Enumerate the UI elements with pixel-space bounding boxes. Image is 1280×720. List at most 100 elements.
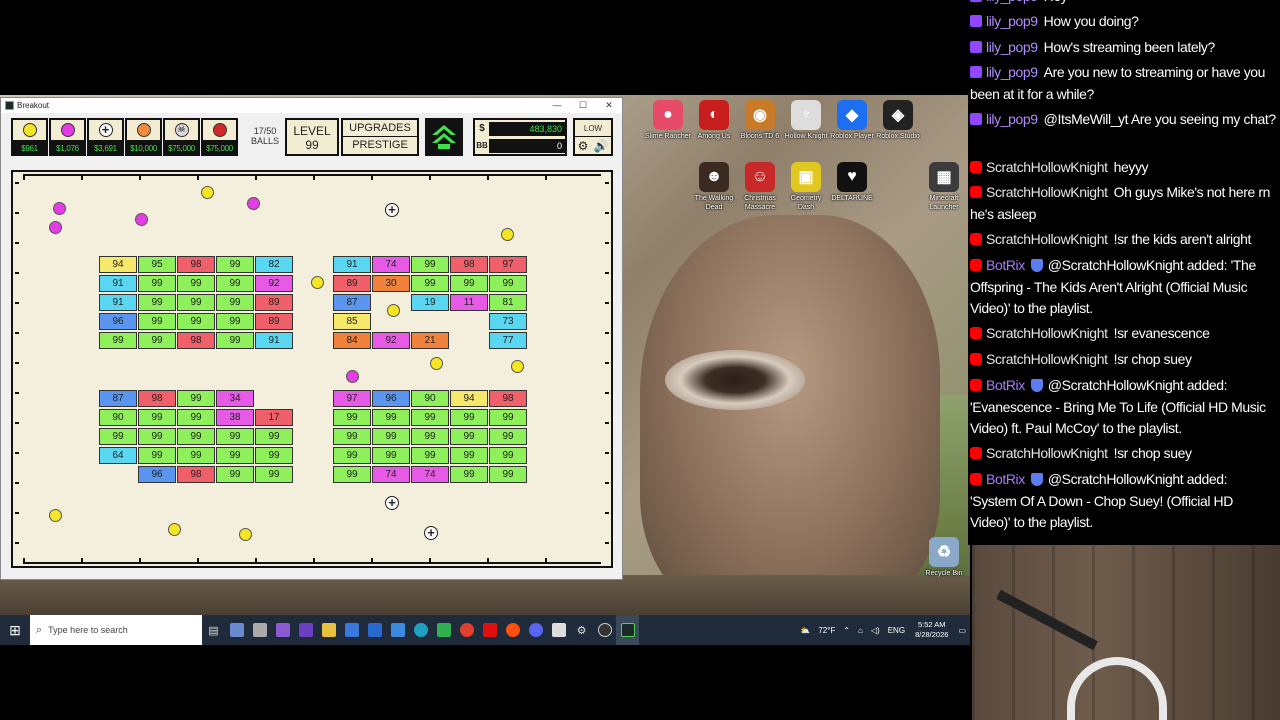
breakout-taskbar-icon[interactable] — [616, 615, 639, 645]
taskbar-search[interactable]: ⌕ Type here to search — [30, 615, 202, 645]
quality-toggle[interactable]: LOW — [575, 120, 611, 137]
task-view-icon[interactable]: ▤ — [202, 615, 225, 645]
chevron-up-icon[interactable]: ⌃ — [843, 626, 850, 635]
plus-ball: + — [424, 526, 438, 540]
app-icon-2[interactable] — [248, 615, 271, 645]
app-icon-3[interactable] — [271, 615, 294, 645]
desktop-icon-label: The Walking Dead — [694, 195, 734, 211]
desktop-icon[interactable]: ◆ Roblox Player — [829, 100, 875, 141]
chat-username[interactable]: lily_pop9 — [986, 64, 1038, 80]
rail-tick — [197, 176, 199, 180]
desktop-icon[interactable]: ☺ Christmas Massacre — [737, 162, 783, 212]
playfield[interactable]: 94 95 98 99 82 91 99 99 99 92 91 99 99 99 89 96 99 99 99 89… — [11, 170, 613, 568]
desktop-icon[interactable]: ♥ DELTARUNE — [829, 162, 875, 203]
desktop-icon-glyph: ♻ — [929, 537, 959, 567]
brick: 99 — [216, 313, 254, 330]
chat-username[interactable]: lily_pop9 — [986, 111, 1038, 127]
maximize-button[interactable]: ☐ — [570, 100, 596, 111]
balls-count-value: 17/50 — [253, 126, 277, 136]
brick: 99 — [489, 447, 527, 464]
game-ball — [201, 186, 214, 199]
chat-username[interactable]: ScratchHollowKnight — [986, 325, 1108, 341]
weather-icon[interactable]: ⛅ — [800, 626, 810, 635]
desktop-icon-label: Minecraft Launcher — [929, 195, 959, 211]
chat-message: ScratchHollowKnight Oh guys Mike's not he… — [970, 182, 1276, 225]
obs-icon[interactable] — [593, 615, 616, 645]
brick: 99 — [372, 428, 410, 445]
desktop-icon[interactable]: ◐ Among Us — [691, 100, 737, 141]
minimize-button[interactable]: — — [544, 100, 570, 111]
settings-icon[interactable]: ⚙ — [570, 615, 593, 645]
brick: 91 — [255, 332, 293, 349]
desktop-icon[interactable]: ▦ Minecraft Launcher — [921, 162, 967, 212]
desktop-icon[interactable]: ☻ The Walking Dead — [691, 162, 737, 212]
rank-up-button[interactable] — [425, 118, 463, 156]
edge-icon[interactable] — [409, 615, 432, 645]
volume-icon[interactable]: ◁) — [871, 626, 880, 635]
store-icon[interactable] — [386, 615, 409, 645]
chat-username[interactable]: BotRix — [986, 471, 1025, 487]
desktop-icon[interactable]: ♆ Hollow Knight — [783, 100, 829, 141]
brick: 90 — [99, 409, 137, 426]
app-icon-4[interactable] — [294, 615, 317, 645]
language-indicator[interactable]: ENG — [888, 626, 905, 635]
brick: 99 — [411, 428, 449, 445]
shop-slot[interactable]: + $3,691 — [87, 118, 124, 158]
network-icon[interactable]: ⌂ — [858, 626, 863, 635]
rail-tick — [139, 558, 141, 562]
chat-username[interactable]: lily_pop9 — [986, 39, 1038, 55]
chat-username[interactable]: lily_pop9 — [986, 13, 1038, 29]
brick: 73 — [489, 313, 527, 330]
shop-slot[interactable]: ☠ $75,000 — [163, 118, 200, 158]
start-button[interactable]: ⊞ — [0, 615, 30, 645]
brick: 81 — [489, 294, 527, 311]
close-button[interactable]: ✕ — [596, 100, 622, 111]
brick: 98 — [138, 390, 176, 407]
shop-slot[interactable]: $961 — [11, 118, 48, 158]
desktop-icon[interactable]: ◉ Bloons TD 6 — [737, 100, 783, 141]
brick: 99 — [411, 409, 449, 426]
brick: 38 — [216, 409, 254, 426]
youtube-icon — [970, 353, 982, 365]
file-explorer-icon[interactable] — [317, 615, 340, 645]
desktop-icon[interactable]: ◈ Roblox Studio — [875, 100, 921, 141]
shop-slot[interactable]: $1,076 — [49, 118, 86, 158]
desktop-icon[interactable]: ♻ Recycle Bin — [921, 537, 967, 578]
weather-temp[interactable]: 72°F — [818, 626, 835, 635]
brick: 99 — [138, 409, 176, 426]
discord-icon[interactable] — [524, 615, 547, 645]
shop-slot[interactable]: $75,000 — [201, 118, 238, 158]
desktop-icon-glyph: ♥ — [837, 162, 867, 192]
window-titlebar[interactable]: Breakout — ☐ ✕ — [1, 98, 622, 113]
desktop-icon[interactable]: ● Slime Rancher — [645, 100, 691, 141]
chrome-icon[interactable] — [455, 615, 478, 645]
upgrades-button[interactable]: UPGRADES — [343, 120, 417, 137]
level-value: 99 — [305, 138, 319, 152]
youtube-icon[interactable] — [478, 615, 501, 645]
shop-slot[interactable]: $10,000 — [125, 118, 162, 158]
notification-icon[interactable]: ▭ — [958, 626, 966, 635]
gear-icon[interactable]: ⚙ — [578, 139, 589, 153]
rail-tick — [15, 302, 19, 304]
reddit-icon[interactable] — [501, 615, 524, 645]
notepad-icon[interactable] — [547, 615, 570, 645]
shop-slot-preview — [125, 118, 162, 142]
brick: 99 — [177, 428, 215, 445]
clock[interactable]: 5:52 AM 8/28/2026 — [915, 620, 948, 640]
chat-username[interactable]: ScratchHollowKnight — [986, 159, 1108, 175]
prestige-button[interactable]: PRESTIGE — [343, 137, 417, 154]
chat-username[interactable]: BotRix — [986, 257, 1025, 273]
game-ball — [49, 509, 62, 522]
chat-username[interactable]: ScratchHollowKnight — [986, 231, 1108, 247]
chat-username[interactable]: ScratchHollowKnight — [986, 184, 1108, 200]
app-icon-1[interactable] — [225, 615, 248, 645]
speaker-icon[interactable]: 🔊 — [593, 139, 608, 153]
chat-username[interactable]: lily_pop9 — [986, 0, 1038, 4]
mail-icon[interactable] — [363, 615, 386, 645]
chat-username[interactable]: BotRix — [986, 377, 1025, 393]
chat-username[interactable]: ScratchHollowKnight — [986, 445, 1108, 461]
app-icon-6[interactable] — [340, 615, 363, 645]
desktop-icon[interactable]: ▣ Geometry Dash — [783, 162, 829, 212]
drive-icon[interactable] — [432, 615, 455, 645]
chat-username[interactable]: ScratchHollowKnight — [986, 351, 1108, 367]
